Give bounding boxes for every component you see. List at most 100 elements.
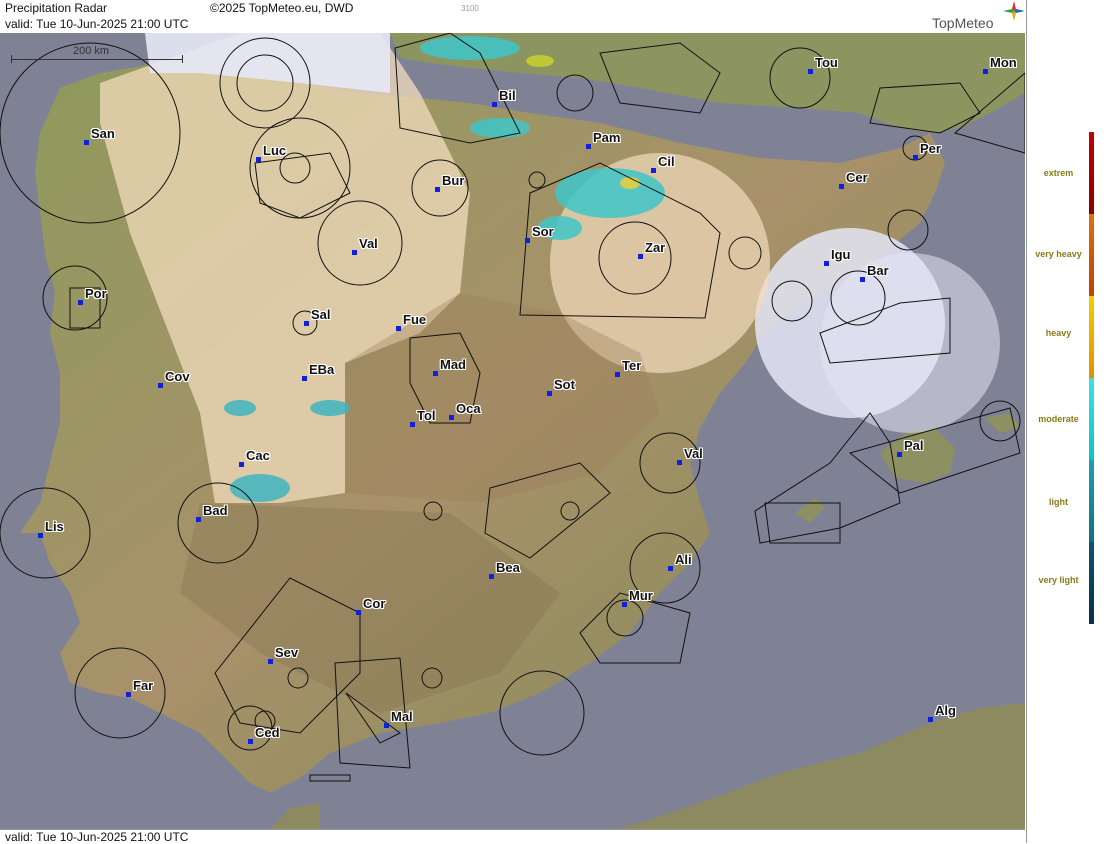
city-label: Sev	[275, 645, 299, 660]
city-label: Mur	[629, 588, 653, 603]
city-label: Tol	[417, 408, 436, 423]
city-label: Cov	[165, 369, 190, 384]
airport-marker-icon	[435, 187, 440, 192]
radar-map[interactable]: 200 km San Luc Bil Tou Mon Pam Cil Per B…	[0, 33, 1025, 829]
map-title: Precipitation Radar	[5, 1, 108, 15]
airport-marker-icon	[410, 422, 415, 427]
airport-marker-icon	[547, 391, 552, 396]
city-label: Igu	[831, 247, 851, 262]
airport-marker-icon	[196, 517, 201, 522]
airport-marker-icon	[304, 321, 309, 326]
terrain-layer	[0, 33, 1025, 829]
city-label: Mad	[440, 357, 466, 372]
city-label: Tou	[815, 55, 838, 70]
legend-label: very heavy	[1035, 249, 1082, 259]
airport-marker-icon	[983, 69, 988, 74]
airport-marker-icon	[668, 566, 673, 571]
compass-star-icon	[1003, 1, 1025, 21]
precipitation-legend: extrem very heavy heavy moderate light v…	[1026, 0, 1117, 843]
airport-marker-icon	[126, 692, 131, 697]
airport-marker-icon	[248, 739, 253, 744]
ibiza	[795, 498, 825, 523]
airport-marker-icon	[489, 574, 494, 579]
airport-marker-icon	[396, 326, 401, 331]
airport-marker-icon	[384, 723, 389, 728]
city-label: Fue	[403, 312, 427, 327]
airport-marker-icon	[622, 602, 627, 607]
copyright-text: ©2025 TopMeteo.eu, DWD	[210, 1, 354, 15]
topmeteo-logo-text[interactable]: TopMeteo	[932, 15, 993, 31]
city-label: Sal	[311, 307, 331, 322]
airport-marker-icon	[356, 610, 361, 615]
airport-marker-icon	[492, 102, 497, 107]
airport-marker-icon	[651, 168, 656, 173]
scale-label: 200 km	[73, 45, 110, 57]
city-label: Cil	[658, 154, 675, 169]
city-label: Ter	[622, 358, 642, 373]
airport-marker-icon	[615, 372, 620, 377]
city-label: Bar	[867, 263, 889, 278]
airport-marker-icon	[586, 144, 591, 149]
airport-marker-icon	[824, 261, 829, 266]
city-label: Pal	[904, 438, 924, 453]
airport-marker-icon	[928, 717, 933, 722]
city-label: Bad	[203, 503, 228, 518]
airport-marker-icon	[897, 452, 902, 457]
airport-marker-icon	[158, 383, 163, 388]
airport-marker-icon	[268, 659, 273, 664]
product-code: 3100	[461, 4, 479, 13]
city-label: Ali	[675, 552, 692, 567]
city-label: Por	[85, 286, 107, 301]
city-label: Mon	[990, 55, 1017, 70]
city-label: EBa	[309, 362, 335, 377]
airport-marker-icon	[808, 69, 813, 74]
city-label: Lis	[45, 519, 64, 534]
airport-marker-icon	[433, 371, 438, 376]
legend-label: extrem	[1043, 168, 1074, 178]
city-label: Oca	[456, 401, 481, 416]
legend-label: very light	[1038, 575, 1079, 585]
city-label: Pam	[593, 130, 621, 145]
city-label: Alg	[935, 703, 956, 718]
airport-marker-icon	[84, 140, 89, 145]
city-label: Ced	[255, 725, 280, 740]
city-label: Zar	[645, 240, 666, 255]
city-label: Sor	[532, 224, 554, 239]
africa-landmass	[620, 703, 1025, 829]
city-label: Far	[133, 678, 154, 693]
scale-bar: 200 km	[11, 45, 183, 65]
city-label: Mal	[391, 709, 413, 724]
city-label: Sot	[554, 377, 575, 392]
legend-label: light	[1049, 497, 1068, 507]
map-footer: valid: Tue 10-Jun-2025 21:00 UTC	[0, 829, 1025, 844]
airport-marker-icon	[449, 415, 454, 420]
city-label: Bur	[442, 173, 465, 188]
airport-marker-icon	[839, 184, 844, 189]
city-label: Cer	[846, 170, 868, 185]
city-label: San	[91, 126, 115, 141]
city-label: Cor	[363, 596, 386, 611]
city-label: Per	[920, 141, 941, 156]
city-label: Val	[684, 446, 703, 461]
airport-marker-icon	[638, 254, 643, 259]
map-header: Precipitation Radar ©2025 TopMeteo.eu, D…	[0, 0, 1025, 34]
africa-west	[270, 803, 320, 829]
airport-marker-icon	[913, 155, 918, 160]
airport-marker-icon	[677, 460, 682, 465]
airport-marker-icon	[525, 238, 530, 243]
city-label: Val	[359, 236, 378, 251]
city-label: Bil	[499, 88, 516, 103]
airport-marker-icon	[239, 462, 244, 467]
airport-marker-icon	[352, 250, 357, 255]
city-label: Luc	[263, 143, 287, 158]
mallorca	[880, 428, 955, 483]
legend-label: moderate	[1038, 414, 1079, 424]
airport-marker-icon	[256, 157, 261, 162]
airport-marker-icon	[302, 376, 307, 381]
legend-label: heavy	[1045, 328, 1072, 338]
airport-marker-icon	[860, 277, 865, 282]
city-label: Cac	[246, 448, 270, 463]
footer-valid-time: valid: Tue 10-Jun-2025 21:00 UTC	[5, 830, 189, 844]
city-label: Bea	[496, 560, 520, 575]
valid-time: valid: Tue 10-Jun-2025 21:00 UTC	[5, 17, 189, 31]
